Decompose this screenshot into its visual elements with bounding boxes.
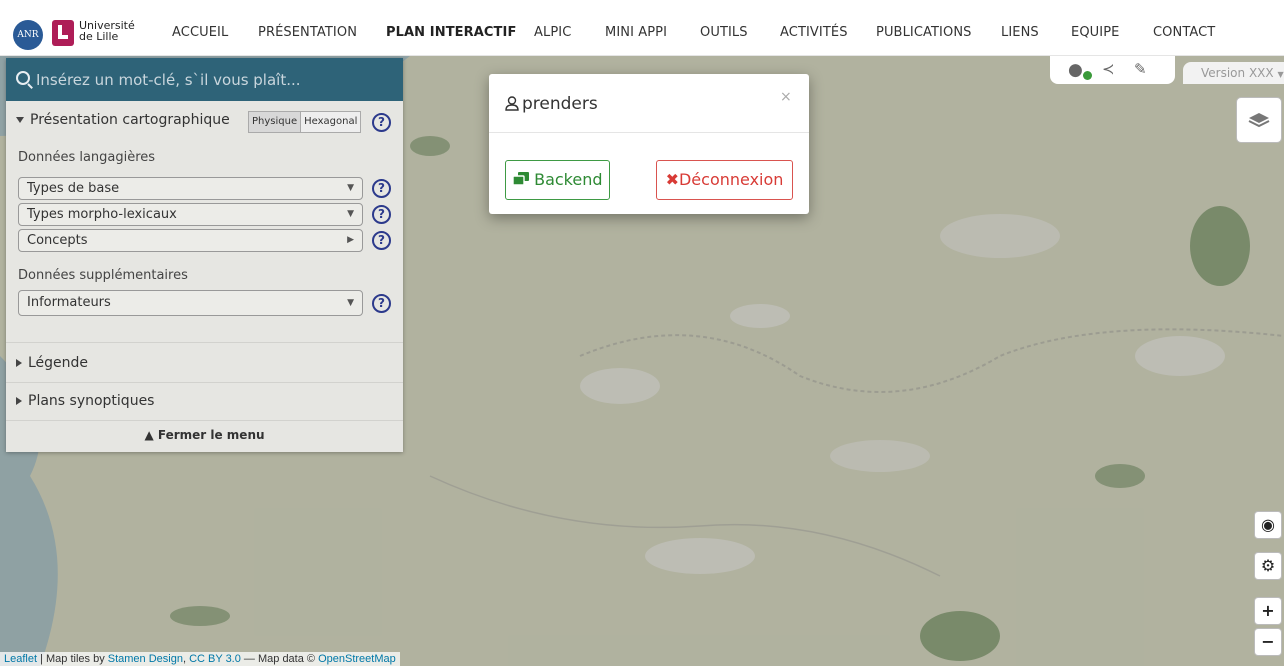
- carto-section-title: Présentation cartographique: [30, 112, 230, 128]
- nav-plan-interactif[interactable]: PLAN INTERACTIF: [386, 25, 516, 40]
- select-informateurs[interactable]: Informateurs ▼: [18, 290, 363, 316]
- cc-link[interactable]: CC BY 3.0: [189, 653, 241, 665]
- chevron-down-icon: ▼: [347, 183, 354, 193]
- select-label: Types morpho-lexicaux: [27, 207, 177, 222]
- nav-alpic[interactable]: ALPIC: [534, 25, 571, 40]
- synoptic-title: Plans synoptiques: [28, 393, 155, 409]
- carto-section-header[interactable]: Présentation cartographique: [16, 112, 230, 128]
- nav-publications[interactable]: PUBLICATIONS: [876, 25, 972, 40]
- attribution-text: | Map tiles by: [37, 653, 108, 665]
- toggle-physique[interactable]: Physique: [249, 112, 302, 132]
- help-icon[interactable]: ?: [372, 231, 391, 250]
- nav-equipe[interactable]: EQUIPE: [1071, 25, 1119, 40]
- compass-icon: ◉: [1261, 515, 1275, 534]
- nav-liens[interactable]: LIENS: [1001, 25, 1039, 40]
- pencil-icon[interactable]: ✎: [1134, 60, 1147, 78]
- attribution-text: — Map data ©: [240, 653, 319, 665]
- modal-username: prenders: [522, 94, 598, 114]
- toggle-hexagonal[interactable]: Hexagonal: [301, 112, 360, 132]
- modal-title: prenders: [505, 94, 598, 116]
- layers-button[interactable]: [1236, 97, 1282, 143]
- search-bar: [6, 58, 403, 101]
- divider: [6, 342, 403, 343]
- select-concepts[interactable]: Concepts ▶: [18, 229, 363, 252]
- nav-outils[interactable]: OUTILS: [700, 25, 748, 40]
- backend-label: Backend: [534, 170, 603, 189]
- chevron-right-icon: ▶: [347, 235, 354, 245]
- nav-mini-appi[interactable]: MINI APPI: [605, 25, 667, 40]
- divider: [6, 420, 403, 421]
- nav-accueil[interactable]: ACCUEIL: [172, 25, 228, 40]
- windows-icon: [512, 163, 529, 201]
- share-icon[interactable]: ≺: [1102, 60, 1115, 78]
- help-icon[interactable]: ?: [372, 179, 391, 198]
- gear-icon: ⚙: [1260, 556, 1276, 575]
- select-label: Types de base: [27, 181, 120, 196]
- check-badge-icon: [1083, 71, 1092, 80]
- user-icon[interactable]: ●: [1068, 60, 1083, 80]
- leaflet-link[interactable]: Leaflet: [4, 653, 37, 665]
- stamen-link[interactable]: Stamen Design: [108, 653, 183, 665]
- close-x-icon: ✖: [665, 170, 679, 189]
- chevron-down-icon: ▼: [347, 298, 354, 308]
- user-toolbar: ● ≺ ✎: [1050, 56, 1175, 84]
- search-icon: [16, 71, 30, 85]
- legend-section-header[interactable]: Légende: [16, 355, 88, 371]
- view-toggle: Physique Hexagonal: [248, 111, 362, 133]
- caret-right-icon: [16, 397, 22, 405]
- user-modal: prenders × Backend ✖Déconnexion: [489, 74, 809, 214]
- version-dropdown[interactable]: Version XXX ▼: [1183, 62, 1284, 84]
- user-icon: [505, 96, 519, 116]
- nav-contact[interactable]: CONTACT: [1153, 25, 1215, 40]
- sidebar-menu: Présentation cartographique Physique Hex…: [6, 58, 403, 452]
- close-menu-button[interactable]: ▲ Fermer le menu: [6, 428, 403, 442]
- legend-title: Légende: [28, 355, 89, 371]
- zoom-in-button[interactable]: +: [1254, 597, 1282, 625]
- close-icon[interactable]: ×: [780, 89, 792, 105]
- caret-down-icon: [16, 117, 24, 123]
- select-types-de-base[interactable]: Types de base ▼: [18, 177, 363, 200]
- close-menu-label: Fermer le menu: [157, 428, 265, 442]
- caret-up-icon: ▲: [144, 428, 158, 442]
- version-label: Version XXX: [1201, 66, 1274, 80]
- lang-data-label: Données langagières: [18, 150, 156, 165]
- select-label: Informateurs: [27, 295, 111, 310]
- anr-logo[interactable]: ANR: [13, 20, 43, 50]
- settings-button[interactable]: ⚙: [1254, 552, 1282, 580]
- caret-down-icon: ▼: [1277, 70, 1284, 79]
- extra-data-label: Données supplémentaires: [18, 268, 188, 283]
- help-icon[interactable]: ?: [372, 294, 391, 313]
- zoom-out-button[interactable]: −: [1254, 628, 1282, 656]
- modal-divider: [489, 132, 809, 133]
- divider: [6, 382, 403, 383]
- nav-activites[interactable]: ACTIVITÉS: [780, 25, 848, 40]
- layers-icon: [1248, 112, 1270, 128]
- logout-button[interactable]: ✖Déconnexion: [656, 160, 793, 200]
- select-label: Concepts: [27, 233, 88, 248]
- university-logo-icon[interactable]: [52, 20, 74, 46]
- select-types-morpho-lexicaux[interactable]: Types morpho-lexicaux ▼: [18, 203, 363, 226]
- nav-presentation[interactable]: PRÉSENTATION: [258, 25, 357, 40]
- map-attribution: Leaflet | Map tiles by Stamen Design, CC…: [0, 652, 400, 666]
- backend-button[interactable]: Backend: [505, 160, 610, 200]
- site-header: ANR Université de Lille ACCUEIL PRÉSENTA…: [0, 0, 1284, 56]
- search-input[interactable]: [36, 68, 391, 92]
- help-icon[interactable]: ?: [372, 113, 391, 132]
- chevron-down-icon: ▼: [347, 209, 354, 219]
- compass-button[interactable]: ◉: [1254, 511, 1282, 539]
- help-icon[interactable]: ?: [372, 205, 391, 224]
- synoptic-section-header[interactable]: Plans synoptiques: [16, 393, 154, 409]
- logout-label: Déconnexion: [678, 170, 784, 189]
- osm-link[interactable]: OpenStreetMap: [318, 653, 396, 665]
- university-name[interactable]: Université de Lille: [79, 20, 135, 42]
- caret-right-icon: [16, 359, 22, 367]
